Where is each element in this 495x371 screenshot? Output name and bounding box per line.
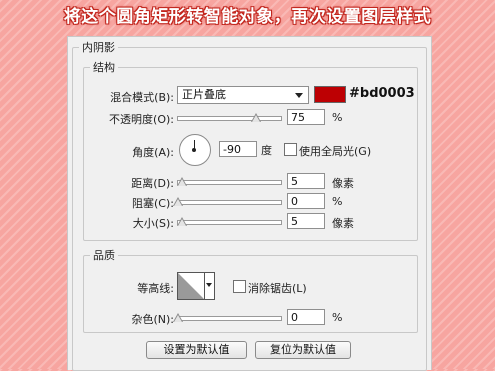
make-default-button[interactable]: 设置为默认值 [146, 341, 247, 359]
angle-input[interactable]: -90 [219, 141, 257, 157]
angle-unit: 度 [261, 144, 272, 157]
global-light-checkbox[interactable] [284, 143, 297, 156]
chevron-down-icon [295, 93, 303, 98]
choke-input[interactable]: 0 [287, 193, 325, 209]
global-light-label[interactable]: 使用全局光(G) [299, 143, 371, 159]
noise-input[interactable]: 0 [287, 309, 325, 325]
opacity-input[interactable]: 75 [287, 109, 325, 125]
noise-unit: % [332, 311, 343, 324]
size-unit: 像素 [332, 217, 354, 230]
blend-mode-value: 正片叠底 [182, 88, 226, 101]
blend-mode-select[interactable]: 正片叠底 [177, 86, 309, 104]
structure-legend: 结构 [93, 61, 115, 74]
chevron-down-icon [206, 283, 212, 287]
blend-mode-label: 混合模式(B): [110, 91, 174, 104]
quality-legend: 品质 [93, 249, 115, 262]
contour-label: 等高线: [137, 282, 174, 295]
antialias-label[interactable]: 消除锯齿(L) [248, 280, 307, 296]
contour-preview[interactable] [177, 272, 205, 300]
angle-dial[interactable] [179, 134, 211, 166]
shadow-color-swatch[interactable] [314, 86, 346, 103]
distance-slider-track[interactable] [177, 180, 282, 185]
opacity-slider-thumb[interactable] [251, 113, 261, 122]
contour-dropdown[interactable] [205, 272, 215, 300]
shadow-color-hex: #bd0003 [349, 86, 415, 101]
noise-slider-track[interactable] [177, 316, 282, 321]
distance-unit: 像素 [332, 177, 354, 190]
distance-slider-thumb[interactable] [177, 177, 187, 186]
choke-slider-track[interactable] [177, 200, 282, 205]
distance-input[interactable]: 5 [287, 173, 325, 189]
choke-unit: % [332, 195, 343, 208]
choke-label: 阻塞(C): [132, 197, 174, 210]
opacity-label: 不透明度(O): [109, 113, 174, 126]
opacity-unit: % [332, 111, 343, 124]
noise-slider-thumb[interactable] [173, 313, 183, 322]
opacity-slider-track[interactable] [177, 116, 282, 121]
size-slider-thumb[interactable] [177, 217, 187, 226]
size-slider-track[interactable] [177, 220, 282, 225]
noise-label: 杂色(N): [131, 313, 174, 326]
antialias-checkbox[interactable] [233, 280, 246, 293]
choke-slider-thumb[interactable] [173, 197, 183, 206]
size-label: 大小(S): [132, 217, 174, 230]
contour-curve-icon [178, 273, 204, 299]
angle-center-dot [192, 148, 196, 152]
angle-label: 角度(A): [132, 146, 174, 159]
tutorial-headline: 将这个圆角矩形转智能对象，再次设置图层样式 [63, 7, 432, 27]
inner-shadow-panel: 内阴影 结构 混合模式(B): 正片叠底 #bd0003 不透明度(O): 75… [67, 36, 432, 371]
inner-shadow-title: 内阴影 [82, 41, 115, 54]
distance-label: 距离(D): [131, 177, 174, 190]
reset-default-button[interactable]: 复位为默认值 [255, 341, 351, 359]
size-input[interactable]: 5 [287, 213, 325, 229]
